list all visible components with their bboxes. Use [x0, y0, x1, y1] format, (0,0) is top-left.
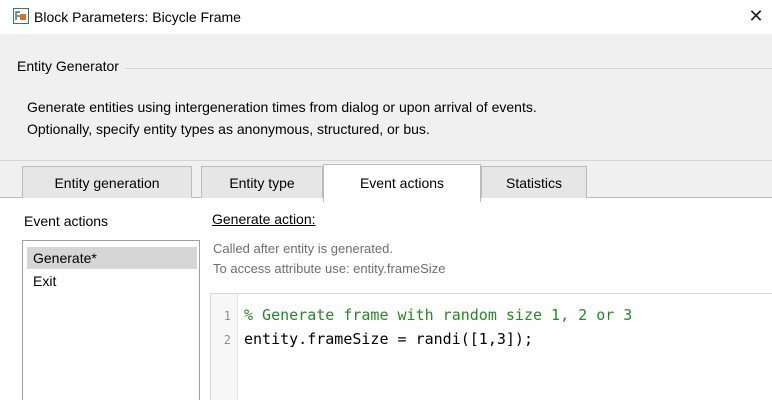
code-editor[interactable]: 1 2 % Generate frame with random size 1,…	[210, 293, 772, 400]
close-button[interactable]: ✕	[744, 4, 768, 28]
hint-line-1: Called after entity is generated.	[213, 241, 393, 256]
tab-entity-generation[interactable]: Entity generation	[22, 166, 192, 198]
title-bar: Block Parameters: Bicycle Frame ✕	[0, 0, 772, 34]
window-title: Block Parameters: Bicycle Frame	[34, 9, 241, 25]
simulink-block-icon	[13, 8, 29, 24]
line-number: 2	[223, 333, 231, 347]
group-border	[20, 68, 772, 69]
block-description: Generate entities using intergeneration …	[27, 96, 537, 140]
section-divider	[0, 160, 772, 161]
tab-statistics[interactable]: Statistics	[481, 166, 587, 198]
description-line-2: Optionally, specify entity types as anon…	[27, 121, 430, 137]
tab-event-actions[interactable]: Event actions	[323, 164, 481, 202]
line-number-gutter: 1 2	[211, 294, 238, 400]
event-actions-list-title: Event actions	[24, 213, 109, 229]
description-line-1: Generate entities using intergeneration …	[27, 99, 537, 115]
event-actions-list[interactable]: Generate* Exit	[22, 240, 200, 400]
block-type-title: Entity Generator	[17, 57, 125, 75]
list-item-generate[interactable]: Generate*	[27, 247, 197, 269]
close-icon: ✕	[748, 6, 764, 26]
action-hint: Called after entity is generated. To acc…	[213, 239, 445, 279]
hint-line-2: To access attribute use: entity.frameSiz…	[213, 261, 446, 276]
code-line-comment: % Generate frame with random size 1, 2 o…	[244, 306, 633, 324]
block-parameters-dialog: Block Parameters: Bicycle Frame ✕ Entity…	[0, 0, 772, 400]
code-line-statement: entity.frameSize = randi([1,3]);	[244, 330, 533, 348]
line-number: 1	[223, 309, 231, 323]
action-title: Generate action:	[212, 211, 316, 227]
tab-entity-type[interactable]: Entity type	[201, 166, 323, 198]
list-item-exit[interactable]: Exit	[27, 270, 197, 292]
